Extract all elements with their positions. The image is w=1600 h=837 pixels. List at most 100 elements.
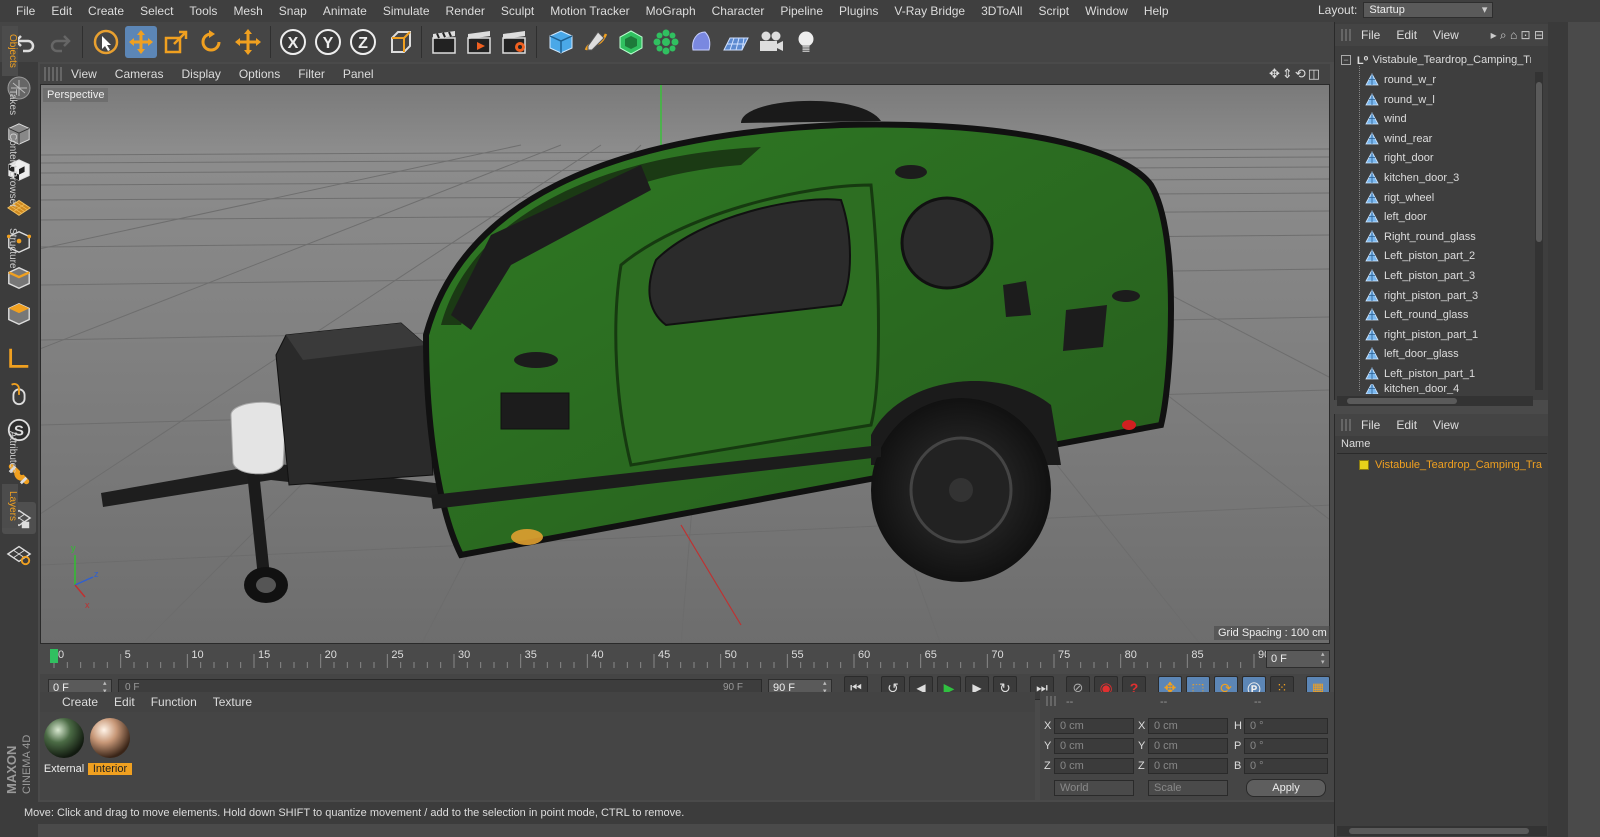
tab-layers[interactable]: Layers <box>2 484 18 528</box>
object-row[interactable]: round_w_l <box>1337 90 1531 110</box>
y-axis-lock-button[interactable]: Y <box>312 26 344 58</box>
layer-color-swatch[interactable] <box>1359 460 1369 470</box>
collapse-icon[interactable]: − <box>1341 55 1351 65</box>
viewport-nav-icons[interactable]: ✥⇕⟲◫ <box>1269 66 1322 82</box>
add-deformer-button[interactable] <box>685 26 717 58</box>
rot-h-field[interactable]: 0 ° <box>1244 718 1328 734</box>
render-settings-button[interactable] <box>498 26 530 58</box>
material-menu-texture[interactable]: Texture <box>205 692 260 712</box>
rotate-tool-button[interactable] <box>195 26 227 58</box>
menu-mesh[interactable]: Mesh <box>225 0 270 22</box>
menu-motion-tracker[interactable]: Motion Tracker <box>542 0 637 22</box>
menu-3dtoall[interactable]: 3DToAll <box>973 0 1030 22</box>
tab-content-browser[interactable]: Content Browser <box>2 126 18 214</box>
menu-snap[interactable]: Snap <box>271 0 315 22</box>
object-row[interactable]: right_piston_part_1 <box>1337 325 1531 345</box>
object-row[interactable]: Left_piston_part_2 <box>1337 246 1531 266</box>
layers-menu-edit[interactable]: Edit <box>1388 418 1425 432</box>
pos-x-field[interactable]: 0 cm <box>1054 718 1134 734</box>
object-row[interactable]: wind_rear <box>1337 129 1531 149</box>
material-menu-function[interactable]: Function <box>143 692 205 712</box>
object-row[interactable]: Left_round_glass <box>1337 305 1531 325</box>
add-mograph-button[interactable] <box>650 26 682 58</box>
viewport-menu-filter[interactable]: Filter <box>289 64 334 84</box>
menu-mograph[interactable]: MoGraph <box>638 0 704 22</box>
layers-menu-file[interactable]: File <box>1353 418 1388 432</box>
apply-button[interactable]: Apply <box>1246 779 1326 797</box>
menu-edit[interactable]: Edit <box>43 0 80 22</box>
pos-z-field[interactable]: 0 cm <box>1054 758 1134 774</box>
menu-select[interactable]: Select <box>132 0 181 22</box>
size-y-field[interactable]: 0 cm <box>1148 738 1228 754</box>
coordinate-system-button[interactable] <box>384 26 416 58</box>
timeline-ruler[interactable]: 0 5 10 15 20 25 30 35 40 45 50 55 60 65 70 75 80 85 90 <box>40 646 1330 672</box>
object-row[interactable]: left_door <box>1337 207 1531 227</box>
render-to-picture-viewer-button[interactable] <box>463 26 495 58</box>
viewport-menu-panel[interactable]: Panel <box>334 64 383 84</box>
tab-objects[interactable]: Objects <box>2 26 18 76</box>
material-menu-edit[interactable]: Edit <box>106 692 143 712</box>
tab-structure[interactable]: Structure <box>2 220 18 276</box>
object-row[interactable]: left_door_glass <box>1337 344 1531 364</box>
viewport-menu-display[interactable]: Display <box>172 64 229 84</box>
add-spline-button[interactable] <box>580 26 612 58</box>
object-row[interactable]: Left_piston_part_3 <box>1337 266 1531 286</box>
object-row[interactable]: right_door <box>1337 148 1531 168</box>
add-light-button[interactable] <box>790 26 822 58</box>
layout-select[interactable]: Startup <box>1363 2 1494 18</box>
object-root-row[interactable]: − L⁰ Vistabule_Teardrop_Camping_Tr <box>1337 50 1531 70</box>
object-row[interactable]: round_w_r <box>1337 70 1531 90</box>
axis-mode-button[interactable] <box>2 342 36 374</box>
menu-create[interactable]: Create <box>80 0 132 22</box>
menu-plugins[interactable]: Plugins <box>831 0 886 22</box>
x-axis-lock-button[interactable]: X <box>277 26 309 58</box>
layers-menu-view[interactable]: View <box>1425 418 1467 432</box>
add-cube-button[interactable] <box>545 26 577 58</box>
polygons-mode-button[interactable] <box>2 298 36 330</box>
menu-simulate[interactable]: Simulate <box>375 0 438 22</box>
menu-vray-bridge[interactable]: V-Ray Bridge <box>886 0 973 22</box>
menu-file[interactable]: File <box>8 0 43 22</box>
3d-viewport[interactable]: y z x <box>40 84 1330 644</box>
menu-pipeline[interactable]: Pipeline <box>772 0 831 22</box>
material-interior[interactable]: Interior <box>88 716 132 775</box>
size-x-field[interactable]: 0 cm <box>1148 718 1228 734</box>
menu-sculpt[interactable]: Sculpt <box>493 0 542 22</box>
scale-tool-button[interactable] <box>160 26 192 58</box>
object-row[interactable]: right_piston_part_3 <box>1337 286 1531 306</box>
current-frame-field[interactable]: 0 F <box>1266 650 1330 668</box>
viewport-menu-options[interactable]: Options <box>230 64 289 84</box>
live-selection-button[interactable] <box>90 26 122 58</box>
pos-y-field[interactable]: 0 cm <box>1054 738 1134 754</box>
size-z-field[interactable]: 0 cm <box>1148 758 1228 774</box>
viewport-menu-cameras[interactable]: Cameras <box>106 64 173 84</box>
object-manager-tools-icons[interactable]: ▸ ⌕ ⌂ ⊡ ⊟ <box>1491 28 1544 43</box>
z-axis-lock-button[interactable]: Z <box>347 26 379 58</box>
tab-takes[interactable]: Takes <box>2 82 18 122</box>
object-list-scrollbar[interactable] <box>1535 72 1543 390</box>
rot-b-field[interactable]: 0 ° <box>1244 758 1328 774</box>
viewport-menu-view[interactable]: View <box>62 64 106 84</box>
object-row[interactable]: Left_piston_part_1 <box>1337 364 1531 384</box>
tab-attributes[interactable]: Attributes <box>2 424 18 480</box>
layer-list-hscrollbar[interactable] <box>1337 826 1547 836</box>
menu-tools[interactable]: Tools <box>181 0 225 22</box>
menu-window[interactable]: Window <box>1077 0 1136 22</box>
add-camera-button[interactable] <box>755 26 787 58</box>
add-generator-button[interactable] <box>615 26 647 58</box>
menu-animate[interactable]: Animate <box>315 0 375 22</box>
tweak-mode-button[interactable] <box>2 378 36 410</box>
object-row[interactable]: wind <box>1337 109 1531 129</box>
redo-button[interactable] <box>44 26 76 58</box>
move-tool-button[interactable] <box>125 26 157 58</box>
object-list-hscrollbar[interactable] <box>1337 396 1533 406</box>
material-menu-create[interactable]: Create <box>54 692 106 712</box>
object-row[interactable]: rigt_wheel <box>1337 188 1531 208</box>
object-row[interactable]: kitchen_door_3 <box>1337 168 1531 188</box>
size-mode-select[interactable]: Scale <box>1148 780 1228 796</box>
rot-p-field[interactable]: 0 ° <box>1244 738 1328 754</box>
menu-help[interactable]: Help <box>1136 0 1177 22</box>
add-environment-button[interactable] <box>720 26 752 58</box>
menu-character[interactable]: Character <box>704 0 773 22</box>
render-view-button[interactable] <box>428 26 460 58</box>
